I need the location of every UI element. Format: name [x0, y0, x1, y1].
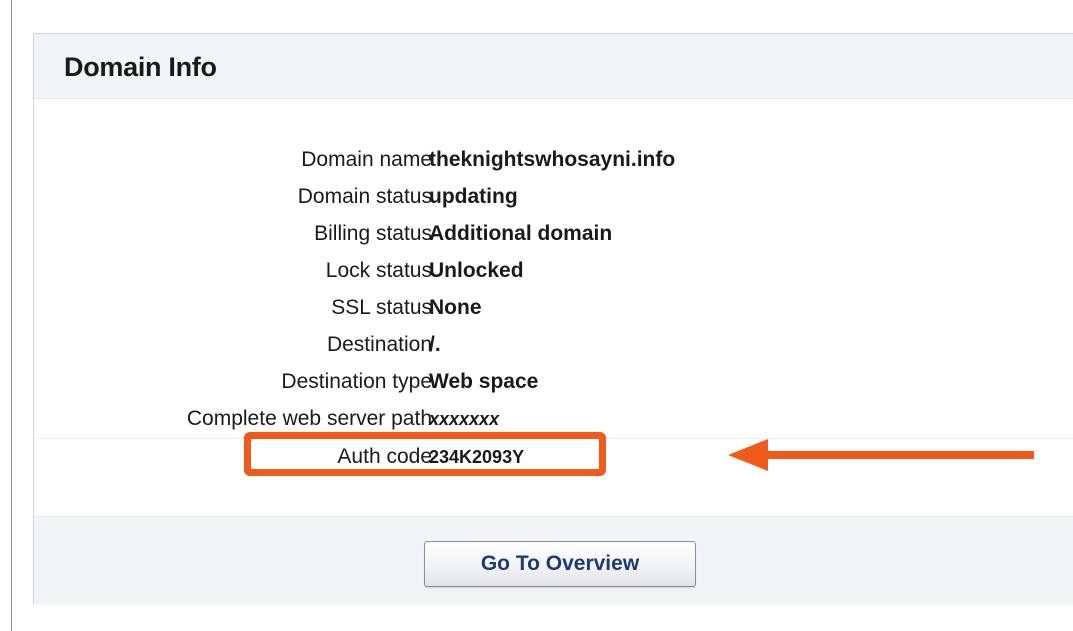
domain-name-label: Domain name — [301, 148, 432, 171]
domain-status-value: updating — [429, 185, 518, 208]
panel-title: Domain Info — [64, 52, 217, 82]
auth-code-highlight-box — [244, 432, 606, 476]
left-arrow-icon — [728, 439, 1034, 471]
domain-status-label: Domain status — [297, 185, 432, 208]
go-to-overview-button[interactable]: Go To Overview — [424, 541, 696, 587]
lock-status-label: Lock status — [325, 259, 432, 282]
destination-type-value: Web space — [429, 370, 539, 393]
row-lock-status: Lock status Unlocked — [34, 253, 1073, 290]
row-ssl-status: SSL status None — [34, 290, 1073, 327]
ssl-status-label: SSL status — [331, 296, 432, 319]
web-server-path-value: xxxxxxx — [429, 409, 500, 429]
row-destination: Destination /. — [34, 327, 1073, 364]
panel-header: Domain Info — [34, 34, 1073, 99]
panel-footer: Go To Overview — [34, 516, 1073, 605]
row-destination-type: Destination type Web space — [34, 364, 1073, 401]
billing-status-label: Billing status — [314, 222, 432, 245]
left-border-line — [11, 0, 12, 631]
ssl-status-value: None — [429, 296, 482, 319]
web-server-path-label: Complete web server path — [186, 407, 432, 430]
row-domain-status: Domain status updating — [34, 179, 1073, 216]
row-domain-name: Domain name theknightswhosayni.info — [34, 142, 1073, 179]
destination-type-label: Destination type — [281, 370, 432, 393]
row-billing-status: Billing status Additional domain — [34, 216, 1073, 253]
lock-status-value: Unlocked — [429, 259, 524, 282]
destination-value: /. — [429, 333, 441, 356]
domain-name-value: theknightswhosayni.info — [429, 148, 676, 171]
destination-label: Destination — [326, 333, 432, 356]
domain-info-panel: Domain Info Domain name theknightswhosay… — [33, 33, 1073, 605]
billing-status-value: Additional domain — [429, 222, 613, 245]
